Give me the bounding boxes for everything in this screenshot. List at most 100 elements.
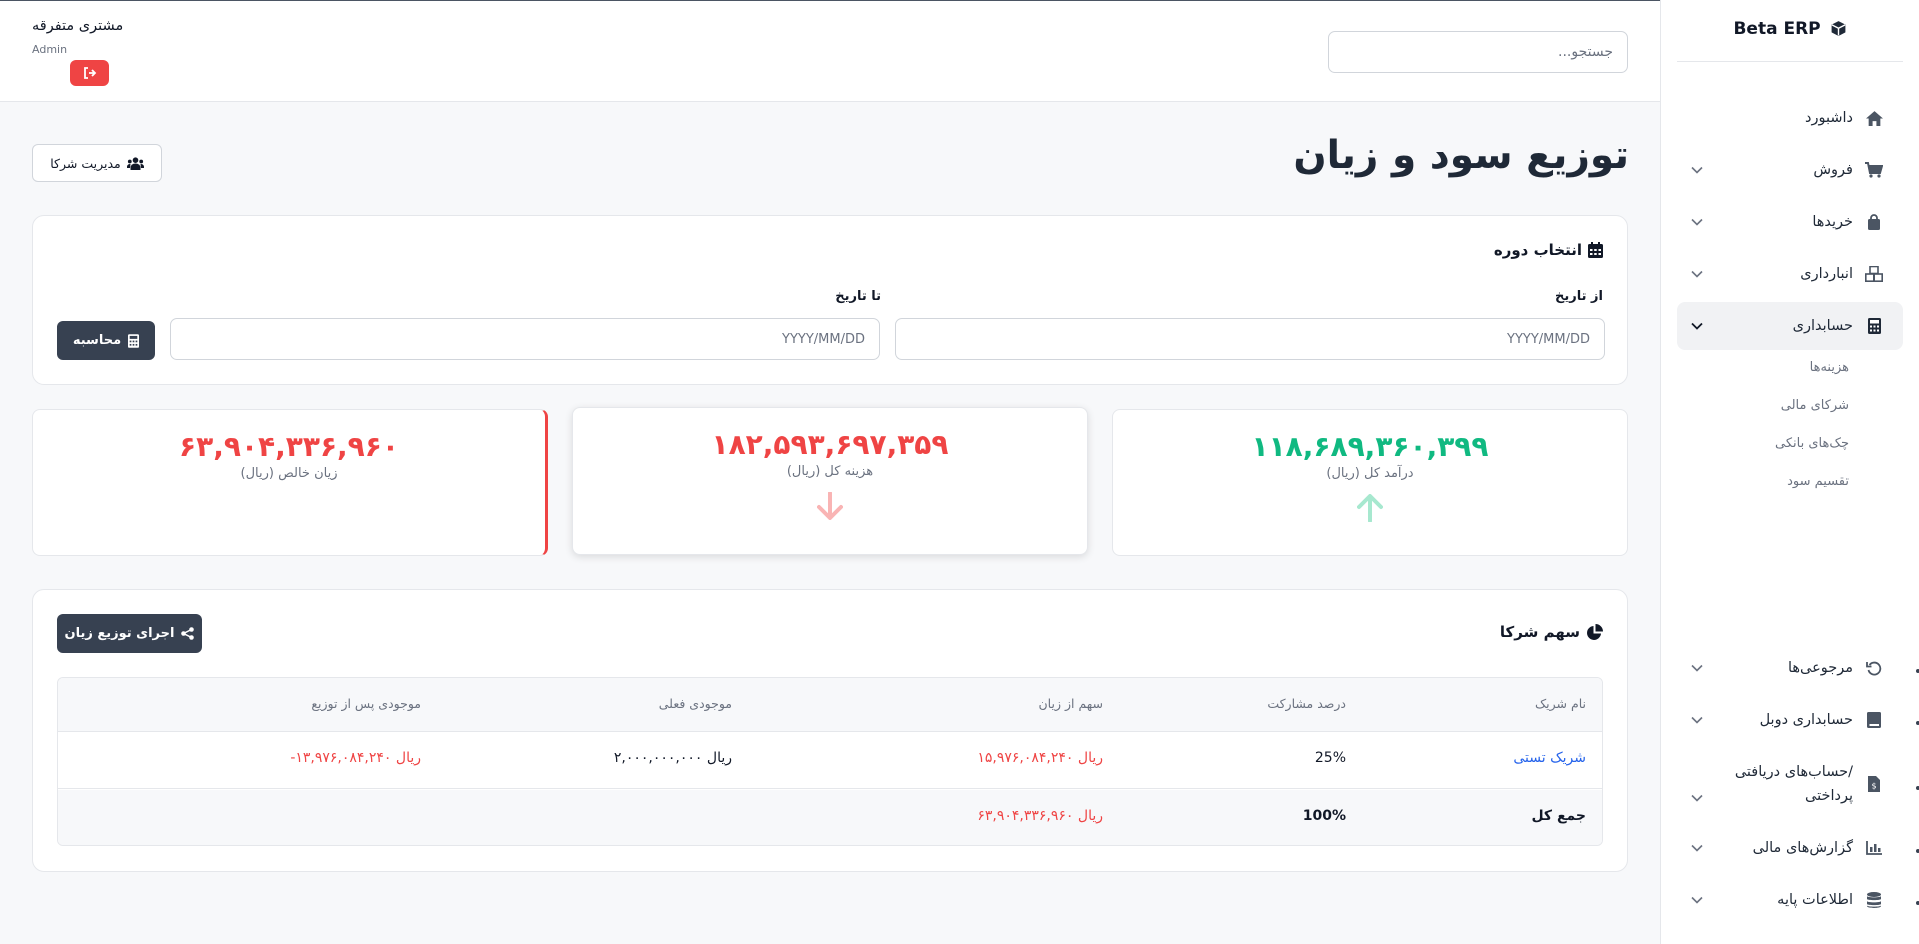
total-label: جمع کل [1531,808,1586,824]
chevron-down-icon [1691,218,1703,226]
arrow-up-icon [1357,494,1383,522]
total-expense-value: ۱۸۲,۵۹۳,۶۹۷,۳۵۹ [711,428,949,461]
nav-sales[interactable]: فروش [1677,146,1903,194]
topbar: مشتری متفرقه Admin [0,0,1660,102]
subnav-profit-distribution[interactable]: تقسیم سود [1787,474,1849,489]
chevron-down-icon [1691,716,1703,724]
nav-double-entry[interactable]: حسابداری دوبل [1677,696,1903,744]
brand[interactable]: Beta ERP [1677,18,1903,62]
total-expense-label: هزینه کل (ریال) [786,464,874,479]
chevron-down-icon [1691,322,1703,330]
sidebar: Beta ERP داشبورد فروش خریدها انبارداری ح… [1660,0,1919,944]
calculator-icon [128,333,140,348]
users-icon [126,156,144,170]
period-card: انتخاب دوره از تاریخ تا تاریخ محاسبه [32,215,1628,385]
table-header: نام شریک درصد مشارکت سهم از زیان موجودی … [58,678,1602,732]
col-partner-name: نام شریک [1534,696,1586,711]
total-income-value: ۱۱۸,۶۸۹,۳۶۰,۳۹۹ [1251,430,1489,463]
calculator-icon [1865,317,1883,335]
current-balance: ۲,۰۰۰,۰۰۰,۰۰۰ ریال [613,750,732,766]
user-role: Admin [32,43,68,56]
total-loss-share: ۶۳,۹۰۴,۳۳۶,۹۶۰ ریال [977,808,1103,824]
nav-label: خریدها [1812,214,1853,230]
share-icon [181,627,195,640]
calculate-label: محاسبه [72,333,122,348]
invoice-icon: $ [1865,775,1883,793]
chevron-down-icon [1691,896,1703,904]
period-title: انتخاب دوره [1494,241,1603,259]
partner-shares-title-text: سهم شرکا [1499,623,1580,641]
table-total-row: جمع کل 100% ۶۳,۹۰۴,۳۳۶,۹۶۰ ریال [58,790,1602,845]
col-loss-share: سهم از زیان [1038,696,1103,711]
nav-base-data[interactable]: اطلاعات پایه [1677,876,1903,924]
participation-percent: 25% [1314,750,1346,766]
nav-receivables-payables[interactable]: $ حساب‌های دریافتی/ پرداختی [1677,752,1903,816]
period-title-text: انتخاب دوره [1493,241,1582,259]
nav-label: فروش [1813,162,1853,178]
home-icon [1865,109,1883,127]
loss-share: ۱۵,۹۷۶,۰۸۴,۲۴۰ ریال [977,750,1103,766]
search-input[interactable] [1328,31,1628,73]
total-income-label: درآمد کل (ریال) [1326,466,1414,481]
to-date-input[interactable] [170,318,880,360]
cart-icon [1865,161,1883,179]
calculate-button[interactable]: محاسبه [57,321,155,360]
from-date-input[interactable] [895,318,1605,360]
chevron-down-icon [1691,794,1703,802]
run-loss-distribution-button[interactable]: اجرای توزیع زیان [57,614,202,653]
calendar-icon [1588,242,1603,258]
sign-out-icon [83,67,96,79]
chevron-down-icon [1691,844,1703,852]
chart-icon [1865,839,1883,857]
balance-after: -۱۳,۹۷۶,۰۸۴,۲۴۰ ریال [290,750,421,766]
nav-label: حسابداری دوبل [1759,712,1853,728]
arrow-down-icon [817,492,843,520]
cube-icon [1831,21,1845,36]
partner-name-link[interactable]: شریک تستی [1513,750,1586,766]
col-participation-percent: درصد مشارکت [1267,696,1346,711]
subnav-bank-checks[interactable]: چک‌های بانکی [1775,436,1849,451]
nav-label: اطلاعات پایه [1777,892,1853,908]
partner-shares-title: سهم شرکا [1500,623,1603,641]
run-loss-distribution-label: اجرای توزیع زیان [64,626,175,641]
logout-button[interactable] [70,60,109,86]
pie-chart-icon [1587,623,1603,640]
total-income-card: ۱۱۸,۶۸۹,۳۶۰,۳۹۹ درآمد کل (ریال) [1112,409,1628,556]
chevron-down-icon [1691,270,1703,278]
svg-text:$: $ [1871,782,1876,791]
partner-shares-table: نام شریک درصد مشارکت سهم از زیان موجودی … [57,677,1603,846]
manage-partners-label: مدیریت شرکا [50,155,121,171]
nav-label: گزارش‌های مالی [1752,840,1853,856]
subnav-expenses[interactable]: هزینه‌ها [1810,360,1849,375]
nav-label: حسابداری [1792,318,1853,334]
total-percent: 100% [1302,808,1346,824]
net-loss-value: ۶۳,۹۰۴,۳۳۶,۹۶۰ [179,430,399,463]
nav-label: داشبورد [1805,110,1853,126]
net-loss-label: زیان خالص (ریال) [240,466,338,481]
col-current-balance: موجودی فعلی [658,696,732,711]
nav-label: حساب‌های دریافتی/ پرداختی [1734,764,1853,804]
nav-label: مرجوعی‌ها [1787,660,1853,676]
total-expense-card: ۱۸۲,۵۹۳,۶۹۷,۳۵۹ هزینه کل (ریال) [572,407,1088,555]
nav-returns[interactable]: مرجوعی‌ها [1677,644,1903,692]
table-row: شریک تستی 25% ۱۵,۹۷۶,۰۸۴,۲۴۰ ریال ۲,۰۰۰,… [58,732,1602,789]
database-icon [1865,891,1883,909]
nav-accounting[interactable]: حسابداری [1677,302,1903,350]
bag-icon [1865,213,1883,231]
nav-financial-reports[interactable]: گزارش‌های مالی [1677,824,1903,872]
nav-inventory[interactable]: انبارداری [1677,250,1903,298]
from-date-label: از تاریخ [1555,289,1603,304]
chevron-down-icon [1691,664,1703,672]
net-loss-card: ۶۳,۹۰۴,۳۳۶,۹۶۰ زیان خالص (ریال) [32,409,548,556]
nav-dashboard[interactable]: داشبورد [1677,94,1903,142]
manage-partners-button[interactable]: مدیریت شرکا [32,144,162,182]
nav-label: انبارداری [1800,266,1853,282]
subnav-financial-partners[interactable]: شرکای مالی [1781,398,1849,413]
nav-purchases[interactable]: خریدها [1677,198,1903,246]
brand-name: Beta ERP [1733,19,1821,39]
undo-icon [1865,659,1883,677]
book-icon [1865,711,1883,729]
page-title: توزیع سود و زیان [1293,133,1629,178]
col-balance-after: موجودی پس از توزیع [311,696,421,711]
user-name: مشتری متفرقه [32,18,124,34]
